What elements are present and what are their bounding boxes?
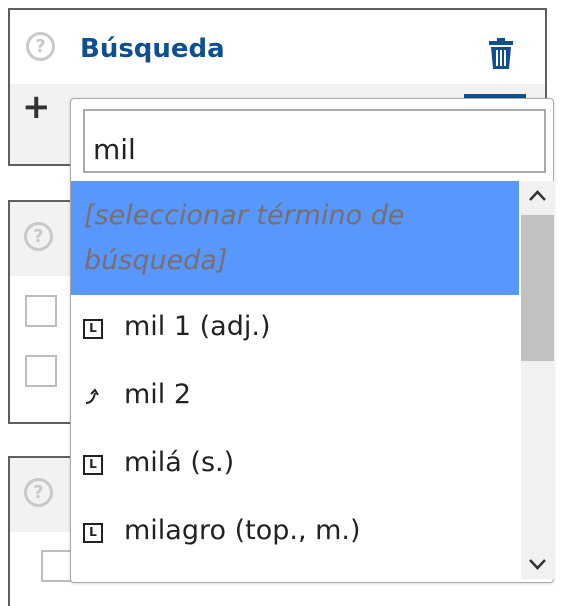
results-scrollbar[interactable] — [521, 181, 554, 579]
list-item[interactable]: L milagro (top., m.) — [71, 499, 519, 567]
placeholder-option[interactable]: [seleccionar término de búsqueda] — [71, 181, 519, 295]
options-checkbox[interactable] — [41, 550, 73, 582]
filter-checkbox[interactable] — [25, 355, 57, 387]
option-label: mil 1 (adj.) — [124, 311, 271, 342]
plus-icon[interactable]: + — [22, 90, 51, 124]
results-list: [seleccionar término de búsqueda] L mil … — [71, 181, 521, 579]
chevron-down-icon[interactable] — [521, 549, 554, 579]
lemma-icon: L — [83, 319, 103, 339]
scrollbar-thumb[interactable] — [521, 215, 554, 361]
list-item[interactable]: L milá (s.) — [71, 431, 519, 499]
question-circle-icon[interactable]: ? — [24, 222, 53, 251]
list-item[interactable]: mil 2 — [71, 363, 519, 431]
term-dropdown: [seleccionar término de búsqueda] L mil … — [70, 98, 554, 583]
lemma-icon: L — [83, 523, 103, 543]
question-circle-icon[interactable]: ? — [24, 478, 53, 507]
option-label: milagro (top., m.) — [124, 515, 361, 546]
search-input[interactable] — [83, 109, 546, 173]
question-circle-icon[interactable]: ? — [26, 32, 55, 61]
panel-title: Búsqueda — [80, 34, 225, 64]
search-panel-header: ? Búsqueda — [10, 10, 545, 84]
chevron-up-icon[interactable] — [521, 181, 554, 211]
trash-icon[interactable] — [488, 38, 514, 70]
option-label: mil 2 — [124, 379, 192, 410]
option-label: milá (s.) — [124, 447, 235, 478]
lemma-icon: L — [83, 455, 103, 475]
filter-checkbox[interactable] — [25, 295, 57, 327]
redirect-icon — [85, 388, 99, 404]
list-item[interactable]: L mil 1 (adj.) — [71, 295, 519, 363]
